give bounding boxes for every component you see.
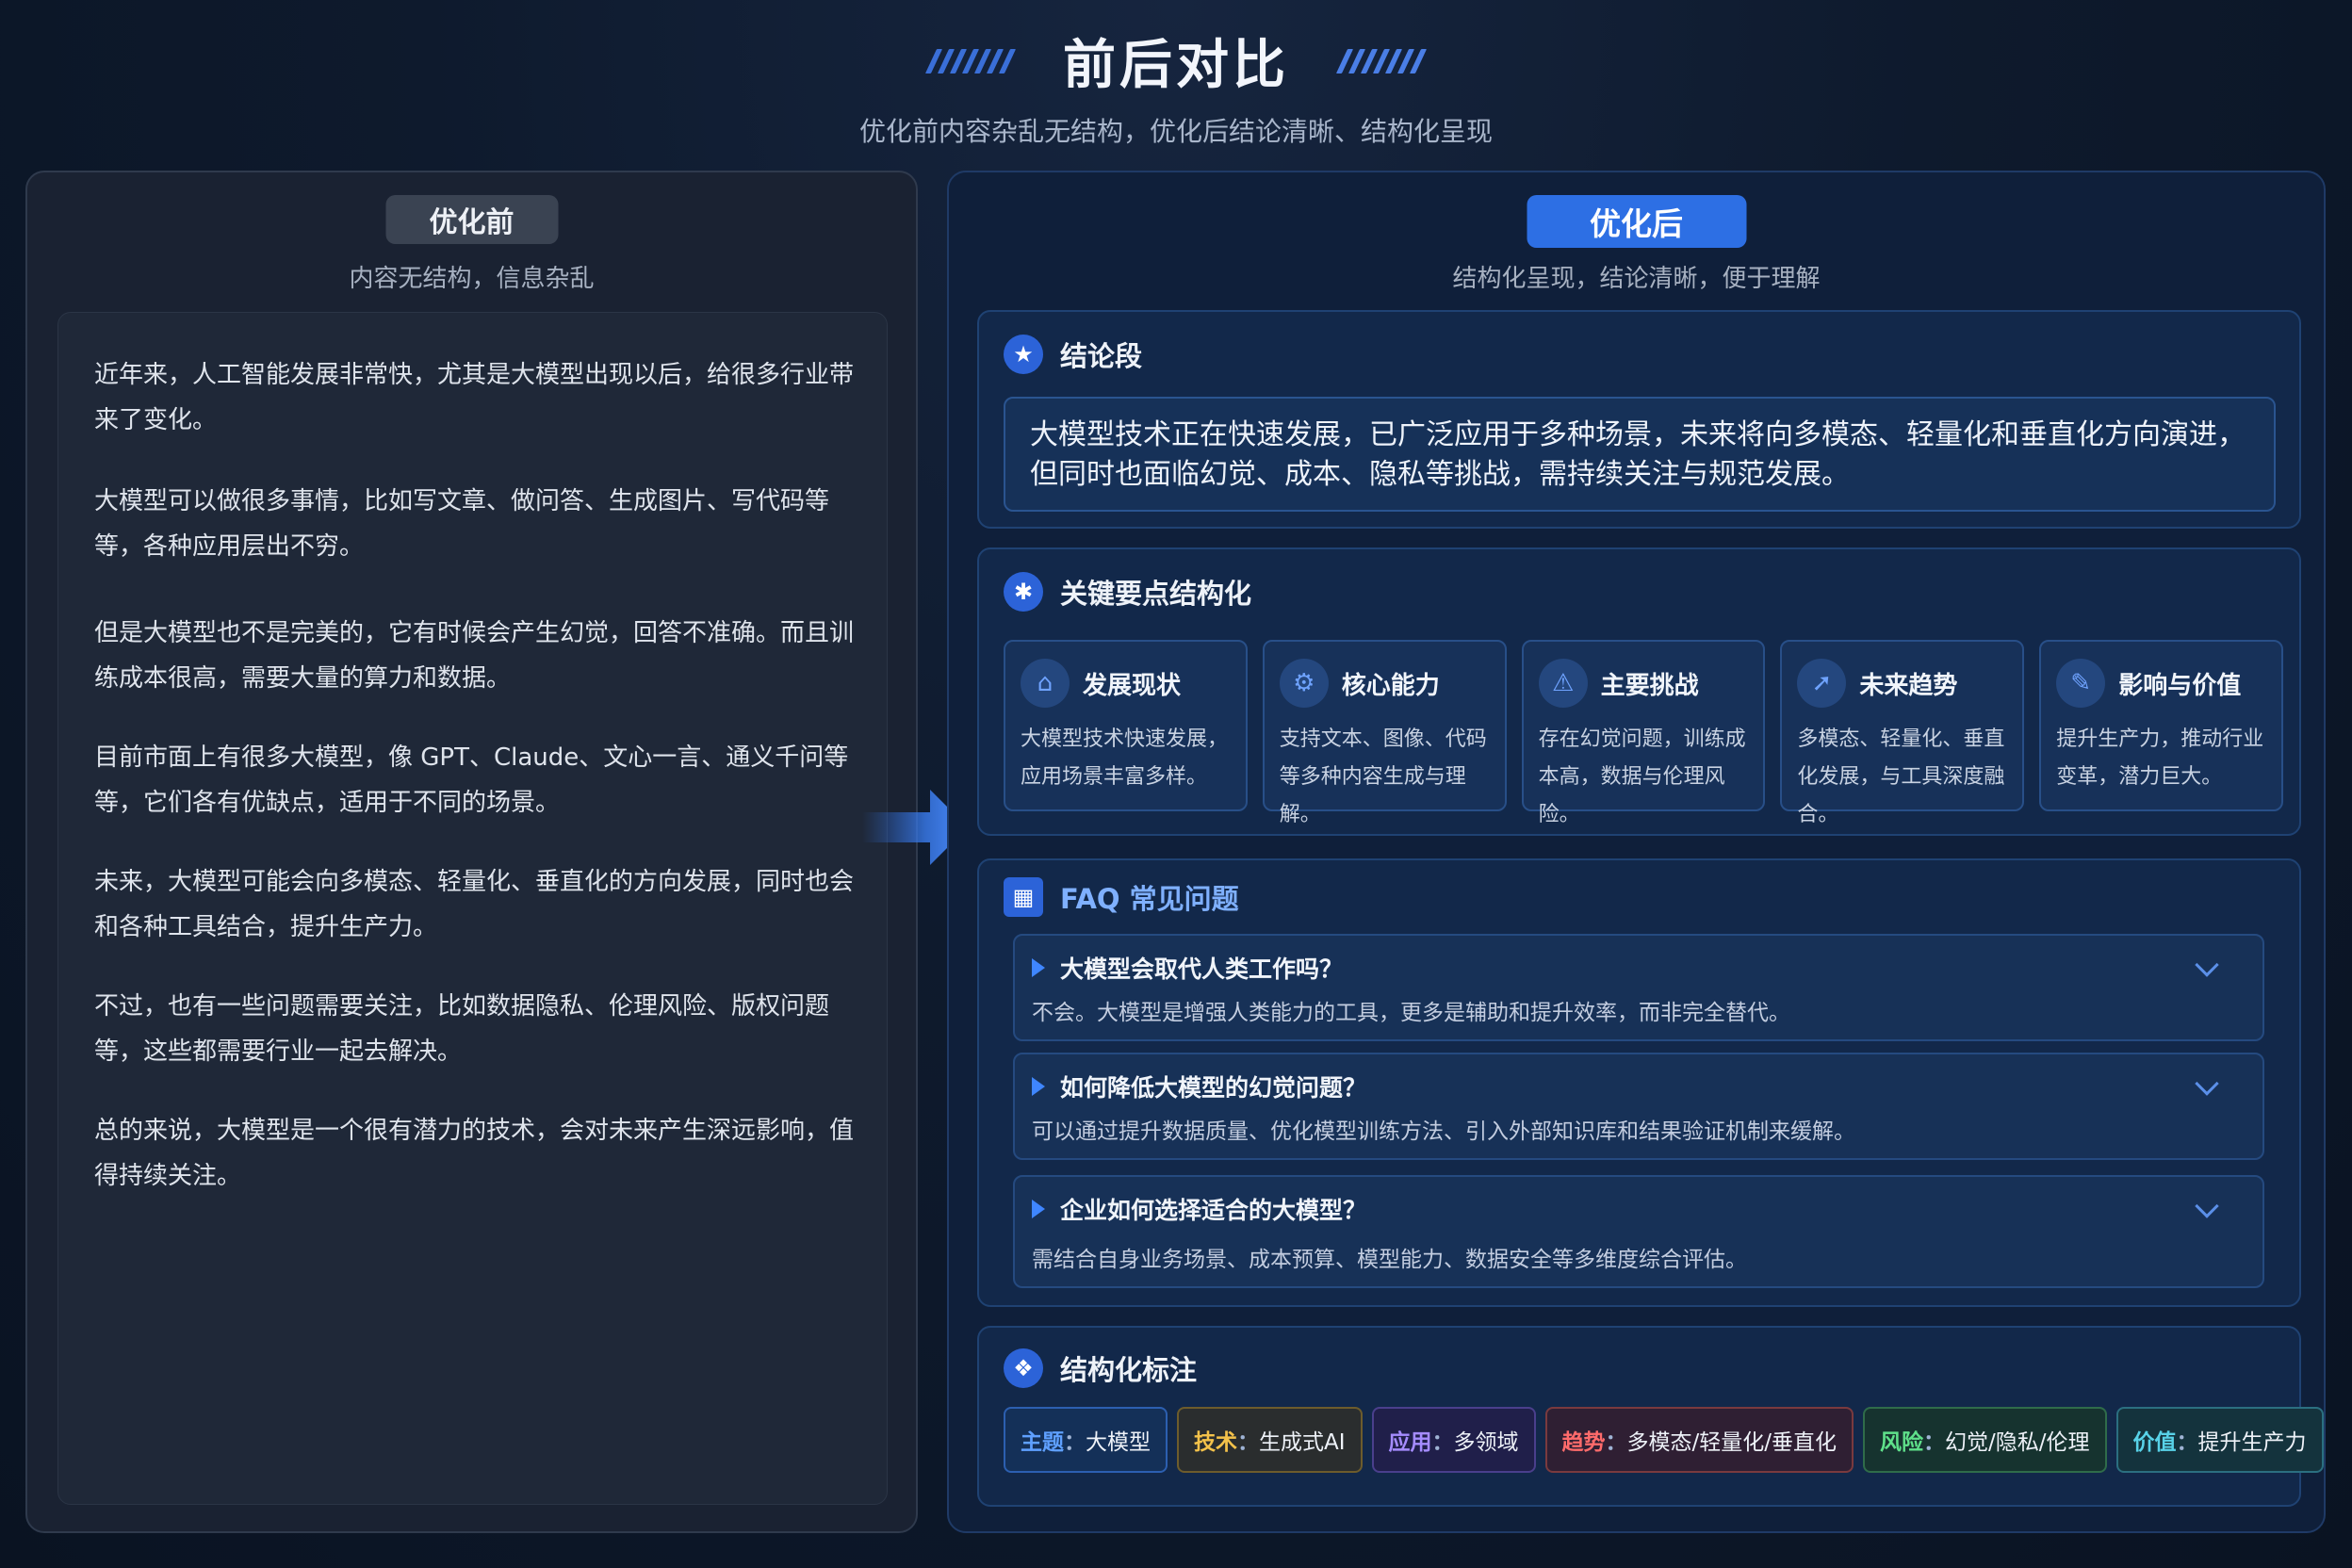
decorative-slashes-right-icon xyxy=(1335,48,1428,74)
before-badge: 优化前 xyxy=(385,195,558,244)
tag-list: 主题：大模型 技术：生成式AI 应用：多领域 趋势：多模态/轻量化/垂直化 风险… xyxy=(1004,1407,2324,1473)
tag-key: 趋势 xyxy=(1561,1430,1606,1455)
tag-value: 多模态/轻量化/垂直化 xyxy=(1626,1430,1838,1455)
tag-trend[interactable]: 趋势：多模态/轻量化/垂直化 xyxy=(1544,1407,1854,1473)
keypoints-header: ✱ 关键要点结构化 xyxy=(1004,572,1251,612)
keypoint-cards: ⌂ 发展现状 大模型技术快速发展，应用场景丰富多样。 ⚙ 核心能力 支持文本、图… xyxy=(1004,640,2283,826)
faq-answer: 不会。大模型是增强人类能力的工具，更多是辅助和提升效率，而非完全替代。 xyxy=(1032,1001,1790,1025)
network-icon: ✱ xyxy=(1004,572,1043,612)
faq-header: ▦ FAQ 常见问题 xyxy=(1004,877,1239,917)
keypoint-title: 核心能力 xyxy=(1341,671,1440,700)
conclusion-header: ★ 结论段 xyxy=(1004,335,1142,374)
before-paragraph: 总的来说，大模型是一个很有潜力的技术，会对未来产生深远影响，值得持续关注。 xyxy=(94,1117,855,1190)
keypoint-title: 影响与价值 xyxy=(2118,671,2242,700)
tag-value: 提升生产力 xyxy=(2197,1430,2307,1455)
tag-topic[interactable]: 主题：大模型 xyxy=(1004,1407,1168,1473)
chevron-down-icon[interactable] xyxy=(2195,953,2219,977)
faq-question: 如何降低大模型的幻觉问题？ xyxy=(1060,1074,1367,1102)
keypoint-desc: 多模态、轻量化、垂直化发展，与工具深度融合。 xyxy=(1797,727,2005,826)
tag-tech[interactable]: 技术：生成式AI xyxy=(1177,1407,1363,1473)
caret-right-icon xyxy=(1032,958,1045,977)
home-icon: ⌂ xyxy=(1021,659,1070,708)
decorative-slashes-left-icon xyxy=(924,48,1017,74)
before-panel: 优化前 内容无结构，信息杂乱 近年来，人工智能发展非常快，尤其是大模型出现以后，… xyxy=(25,171,918,1533)
before-paragraph: 近年来，人工智能发展非常快，尤其是大模型出现以后，给很多行业带来了变化。 xyxy=(94,361,855,434)
conclusion-title: 结论段 xyxy=(1060,340,1143,372)
tags-title: 结构化标注 xyxy=(1060,1354,1198,1386)
tag-value: 多领域 xyxy=(1453,1430,1519,1455)
tag-application[interactable]: 应用：多领域 xyxy=(1371,1407,1536,1473)
rocket-icon: ➚ xyxy=(1797,659,1847,708)
faq-item[interactable]: 如何降低大模型的幻觉问题？ 可以通过提升数据质量、优化模型训练方法、引入外部知识… xyxy=(1013,1053,2264,1160)
title-row: 前后对比 xyxy=(0,23,2352,99)
caret-right-icon xyxy=(1032,1200,1045,1218)
edit-icon: ✎ xyxy=(2056,659,2106,708)
after-badge: 优化后 xyxy=(1527,195,1746,248)
before-paragraph: 未来，大模型可能会向多模态、轻量化、垂直化的方向发展，同时也会和各种工具结合，提… xyxy=(94,868,855,941)
keypoint-card: ➚ 未来趋势 多模态、轻量化、垂直化发展，与工具深度融合。 xyxy=(1780,640,2025,826)
keypoint-title: 未来趋势 xyxy=(1859,671,1958,700)
before-paragraph: 大模型可以做很多事情，比如写文章、做问答、生成图片、写代码等等，各种应用层出不穷… xyxy=(94,487,830,561)
faq-answer: 需结合自身业务场景、成本预算、模型能力、数据安全等多维度综合评估。 xyxy=(1032,1248,1747,1272)
before-subtitle: 内容无结构，信息杂乱 xyxy=(349,265,595,293)
caret-right-icon xyxy=(1032,1077,1045,1096)
star-icon: ★ xyxy=(1004,335,1043,374)
page-header: 前后对比 优化前内容杂乱无结构，优化后结论清晰、结构化呈现 xyxy=(0,0,2352,160)
tag-cluster-icon: ❖ xyxy=(1004,1348,1043,1388)
keypoint-title: 主要挑战 xyxy=(1600,671,1699,700)
conclusion-text: 大模型技术正在快速发展，已广泛应用于多种场景，未来将向多模态、轻量化和垂直化方向… xyxy=(1004,397,2276,512)
after-subtitle: 结构化呈现，结论清晰，便于理解 xyxy=(1452,265,1821,293)
chevron-down-icon[interactable] xyxy=(2195,1194,2219,1218)
tag-value: 大模型 xyxy=(1086,1430,1151,1455)
keypoint-title: 发展现状 xyxy=(1083,671,1182,700)
chevron-down-icon[interactable] xyxy=(2195,1071,2219,1096)
page-subtitle: 优化前内容杂乱无结构，优化后结论清晰、结构化呈现 xyxy=(858,116,1493,147)
keypoint-card: ⌂ 发展现状 大模型技术快速发展，应用场景丰富多样。 xyxy=(1004,640,1248,811)
keypoint-card: ⚙ 核心能力 支持文本、图像、代码等多种内容生成与理解。 xyxy=(1262,640,1507,826)
before-paragraph: 目前市面上有很多大模型，像 GPT、Claude、文心一言、通义千问等等，它们各… xyxy=(94,743,849,817)
tag-key: 价值 xyxy=(2132,1430,2177,1455)
warning-icon: ⚠ xyxy=(1538,659,1588,708)
faq-section: ▦ FAQ 常见问题 大模型会取代人类工作吗？ 不会。大模型是增强人类能力的工具… xyxy=(977,858,2301,1307)
tag-risk[interactable]: 风险：幻觉/隐私/伦理 xyxy=(1863,1407,2107,1473)
tag-key: 技术 xyxy=(1194,1430,1237,1455)
tags-header: ❖ 结构化标注 xyxy=(1004,1348,1197,1388)
tag-key: 主题 xyxy=(1021,1430,1064,1455)
faq-item[interactable]: 大模型会取代人类工作吗？ 不会。大模型是增强人类能力的工具，更多是辅助和提升效率… xyxy=(1013,934,2264,1041)
tag-key: 应用 xyxy=(1388,1430,1432,1455)
conclusion-section: ★ 结论段 大模型技术正在快速发展，已广泛应用于多种场景，未来将向多模态、轻量化… xyxy=(977,310,2301,529)
faq-question: 大模型会取代人类工作吗？ xyxy=(1060,956,1344,983)
faq-item[interactable]: 企业如何选择适合的大模型？ 需结合自身业务场景、成本预算、模型能力、数据安全等多… xyxy=(1013,1175,2264,1288)
keypoint-card: ⚠ 主要挑战 存在幻觉问题，训练成本高，数据与伦理风险。 xyxy=(1521,640,1766,826)
faq-answer: 可以通过提升数据质量、优化模型训练方法、引入外部知识库和结果验证机制来缓解。 xyxy=(1032,1119,1855,1144)
keypoint-desc: 提升生产力，推动行业变革，潜力巨大。 xyxy=(2056,727,2264,789)
after-panel: 优化后 结构化呈现，结论清晰，便于理解 ★ 结论段 大模型技术正在快速发展，已广… xyxy=(947,171,2326,1533)
keypoint-desc: 支持文本、图像、代码等多种内容生成与理解。 xyxy=(1279,727,1487,826)
gear-icon: ⚙ xyxy=(1279,659,1329,708)
faq-icon: ▦ xyxy=(1004,877,1043,917)
page-title: 前后对比 xyxy=(1063,35,1289,96)
tags-section: ❖ 结构化标注 主题：大模型 技术：生成式AI 应用：多领域 趋势：多模态/轻量… xyxy=(977,1326,2324,1507)
tag-value: 幻觉/隐私/伦理 xyxy=(1945,1430,2090,1455)
keypoint-desc: 存在幻觉问题，训练成本高，数据与伦理风险。 xyxy=(1538,727,1746,826)
before-paragraph: 但是大模型也不是完美的，它有时候会产生幻觉，回答不准确。而且训练成本很高，需要大… xyxy=(94,619,855,693)
tag-value-item[interactable]: 价值：提升生产力 xyxy=(2115,1407,2324,1473)
faq-question: 企业如何选择适合的大模型？ xyxy=(1060,1197,1367,1224)
before-text-box: 近年来，人工智能发展非常快，尤其是大模型出现以后，给很多行业带来了变化。 大模型… xyxy=(57,312,888,1505)
keypoints-title: 关键要点结构化 xyxy=(1060,578,1252,610)
keypoints-section: ✱ 关键要点结构化 ⌂ 发展现状 大模型技术快速发展，应用场景丰富多样。 ⚙ 核… xyxy=(977,547,2301,836)
tag-value: 生成式AI xyxy=(1259,1430,1346,1455)
keypoint-desc: 大模型技术快速发展，应用场景丰富多样。 xyxy=(1021,727,1229,789)
faq-title: FAQ 常见问题 xyxy=(1060,883,1239,915)
tag-key: 风险 xyxy=(1880,1430,1924,1455)
before-paragraph: 不过，也有一些问题需要关注，比如数据隐私、伦理风险、版权问题等，这些都需要行业一… xyxy=(94,992,830,1066)
keypoint-card: ✎ 影响与价值 提升生产力，推动行业变革，潜力巨大。 xyxy=(2039,640,2283,811)
